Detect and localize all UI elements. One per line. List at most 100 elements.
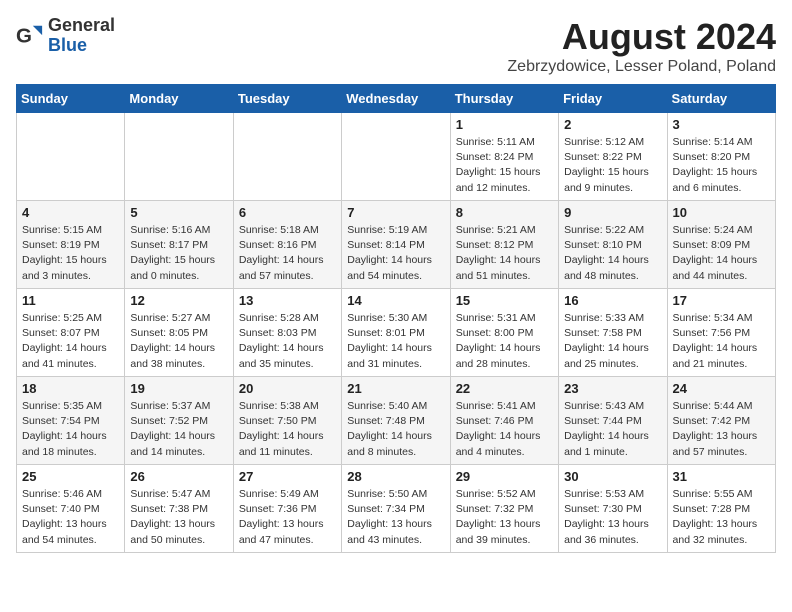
day-info: Sunrise: 5:49 AM Sunset: 7:36 PM Dayligh… [239, 487, 336, 548]
week-row-4: 25 Sunrise: 5:46 AM Sunset: 7:40 PM Dayli… [17, 465, 776, 553]
calendar-header: SundayMondayTuesdayWednesdayThursdayFrid… [17, 85, 776, 113]
day-number: 20 [239, 381, 336, 396]
day-cell: 13 Sunrise: 5:28 AM Sunset: 8:03 PM Dayli… [233, 289, 341, 377]
day-info: Sunrise: 5:40 AM Sunset: 7:48 PM Dayligh… [347, 399, 444, 460]
svg-text:G: G [16, 24, 32, 47]
header-tuesday: Tuesday [233, 85, 341, 113]
header-row: SundayMondayTuesdayWednesdayThursdayFrid… [17, 85, 776, 113]
month-title: August 2024 [507, 16, 776, 58]
day-cell: 9Sunrise: 5:22 AM Sunset: 8:10 PM Daylig… [559, 201, 667, 289]
day-cell: 4 Sunrise: 5:15 AM Sunset: 8:19 PM Daylig… [17, 201, 125, 289]
day-cell: 5 Sunrise: 5:16 AM Sunset: 8:17 PM Daylig… [125, 201, 233, 289]
day-info: Sunrise: 5:15 AM Sunset: 8:19 PM Dayligh… [22, 223, 119, 284]
day-cell [125, 113, 233, 201]
day-number: 17 [673, 293, 770, 308]
day-info: Sunrise: 5:11 AM Sunset: 8:24 PM Dayligh… [456, 135, 553, 196]
day-info: Sunrise: 5:50 AM Sunset: 7:34 PM Dayligh… [347, 487, 444, 548]
day-info: Sunrise: 5:33 AM Sunset: 7:58 PM Dayligh… [564, 311, 661, 372]
day-number: 11 [22, 293, 119, 308]
day-number: 22 [456, 381, 553, 396]
day-number: 15 [456, 293, 553, 308]
day-info: Sunrise: 5:52 AM Sunset: 7:32 PM Dayligh… [456, 487, 553, 548]
day-number: 24 [673, 381, 770, 396]
calendar-table: SundayMondayTuesdayWednesdayThursdayFrid… [16, 84, 776, 553]
day-info: Sunrise: 5:31 AM Sunset: 8:00 PM Dayligh… [456, 311, 553, 372]
calendar-body: 1 Sunrise: 5:11 AM Sunset: 8:24 PM Daylig… [17, 113, 776, 553]
day-number: 29 [456, 469, 553, 484]
day-cell [17, 113, 125, 201]
day-cell: 17 Sunrise: 5:34 AM Sunset: 7:56 PM Dayli… [667, 289, 775, 377]
day-number: 19 [130, 381, 227, 396]
day-number: 7 [347, 205, 444, 220]
day-number: 1 [456, 117, 553, 132]
day-number: 3 [673, 117, 770, 132]
day-info: Sunrise: 5:35 AM Sunset: 7:54 PM Dayligh… [22, 399, 119, 460]
header-friday: Friday [559, 85, 667, 113]
day-number: 27 [239, 469, 336, 484]
day-number: 10 [673, 205, 770, 220]
header: G General Blue August 2024 Zebrzydowice,… [16, 16, 776, 76]
day-number: 13 [239, 293, 336, 308]
day-cell: 26 Sunrise: 5:47 AM Sunset: 7:38 PM Dayli… [125, 465, 233, 553]
day-info: Sunrise: 5:30 AM Sunset: 8:01 PM Dayligh… [347, 311, 444, 372]
day-cell: 21 Sunrise: 5:40 AM Sunset: 7:48 PM Dayli… [342, 377, 450, 465]
day-info: Sunrise: 5:16 AM Sunset: 8:17 PM Dayligh… [130, 223, 227, 284]
day-info: Sunrise: 5:19 AM Sunset: 8:14 PM Dayligh… [347, 223, 444, 284]
header-sunday: Sunday [17, 85, 125, 113]
day-info: Sunrise: 5:28 AM Sunset: 8:03 PM Dayligh… [239, 311, 336, 372]
day-cell: 31Sunrise: 5:55 AM Sunset: 7:28 PM Dayli… [667, 465, 775, 553]
day-info: Sunrise: 5:25 AM Sunset: 8:07 PM Dayligh… [22, 311, 119, 372]
day-cell: 25 Sunrise: 5:46 AM Sunset: 7:40 PM Dayli… [17, 465, 125, 553]
day-cell: 23 Sunrise: 5:43 AM Sunset: 7:44 PM Dayli… [559, 377, 667, 465]
day-number: 28 [347, 469, 444, 484]
day-number: 25 [22, 469, 119, 484]
logo: G General Blue [16, 16, 115, 56]
day-info: Sunrise: 5:47 AM Sunset: 7:38 PM Dayligh… [130, 487, 227, 548]
day-number: 12 [130, 293, 227, 308]
day-info: Sunrise: 5:34 AM Sunset: 7:56 PM Dayligh… [673, 311, 770, 372]
day-cell: 24 Sunrise: 5:44 AM Sunset: 7:42 PM Dayli… [667, 377, 775, 465]
day-info: Sunrise: 5:46 AM Sunset: 7:40 PM Dayligh… [22, 487, 119, 548]
day-info: Sunrise: 5:14 AM Sunset: 8:20 PM Dayligh… [673, 135, 770, 196]
day-number: 5 [130, 205, 227, 220]
day-cell: 12 Sunrise: 5:27 AM Sunset: 8:05 PM Dayli… [125, 289, 233, 377]
day-info: Sunrise: 5:27 AM Sunset: 8:05 PM Dayligh… [130, 311, 227, 372]
day-cell: 3 Sunrise: 5:14 AM Sunset: 8:20 PM Daylig… [667, 113, 775, 201]
day-number: 14 [347, 293, 444, 308]
day-cell: 1 Sunrise: 5:11 AM Sunset: 8:24 PM Daylig… [450, 113, 558, 201]
day-info: Sunrise: 5:37 AM Sunset: 7:52 PM Dayligh… [130, 399, 227, 460]
day-number: 26 [130, 469, 227, 484]
day-cell: 19 Sunrise: 5:37 AM Sunset: 7:52 PM Dayli… [125, 377, 233, 465]
logo-general: General [48, 15, 115, 35]
day-info: Sunrise: 5:55 AM Sunset: 7:28 PM Dayligh… [673, 487, 770, 548]
header-thursday: Thursday [450, 85, 558, 113]
day-number: 21 [347, 381, 444, 396]
day-info: Sunrise: 5:43 AM Sunset: 7:44 PM Dayligh… [564, 399, 661, 460]
day-cell [342, 113, 450, 201]
day-cell: 28 Sunrise: 5:50 AM Sunset: 7:34 PM Dayli… [342, 465, 450, 553]
location-title: Zebrzydowice, Lesser Poland, Poland [507, 58, 776, 76]
day-info: Sunrise: 5:24 AM Sunset: 8:09 PM Dayligh… [673, 223, 770, 284]
day-cell: 2Sunrise: 5:12 AM Sunset: 8:22 PM Daylig… [559, 113, 667, 201]
week-row-3: 18Sunrise: 5:35 AM Sunset: 7:54 PM Dayli… [17, 377, 776, 465]
logo-text: General Blue [48, 16, 115, 56]
day-number: 30 [564, 469, 661, 484]
day-cell: 27 Sunrise: 5:49 AM Sunset: 7:36 PM Dayli… [233, 465, 341, 553]
day-info: Sunrise: 5:12 AM Sunset: 8:22 PM Dayligh… [564, 135, 661, 196]
title-area: August 2024 Zebrzydowice, Lesser Poland,… [507, 16, 776, 76]
day-cell: 16Sunrise: 5:33 AM Sunset: 7:58 PM Dayli… [559, 289, 667, 377]
week-row-0: 1 Sunrise: 5:11 AM Sunset: 8:24 PM Daylig… [17, 113, 776, 201]
day-cell: 8Sunrise: 5:21 AM Sunset: 8:12 PM Daylig… [450, 201, 558, 289]
day-info: Sunrise: 5:53 AM Sunset: 7:30 PM Dayligh… [564, 487, 661, 548]
logo-icon: G [16, 22, 44, 50]
day-number: 4 [22, 205, 119, 220]
day-cell: 22Sunrise: 5:41 AM Sunset: 7:46 PM Dayli… [450, 377, 558, 465]
day-number: 23 [564, 381, 661, 396]
day-cell: 10 Sunrise: 5:24 AM Sunset: 8:09 PM Dayli… [667, 201, 775, 289]
day-cell: 18Sunrise: 5:35 AM Sunset: 7:54 PM Dayli… [17, 377, 125, 465]
day-cell: 15 Sunrise: 5:31 AM Sunset: 8:00 PM Dayli… [450, 289, 558, 377]
day-number: 9 [564, 205, 661, 220]
day-cell [233, 113, 341, 201]
day-cell: 14 Sunrise: 5:30 AM Sunset: 8:01 PM Dayli… [342, 289, 450, 377]
day-info: Sunrise: 5:44 AM Sunset: 7:42 PM Dayligh… [673, 399, 770, 460]
